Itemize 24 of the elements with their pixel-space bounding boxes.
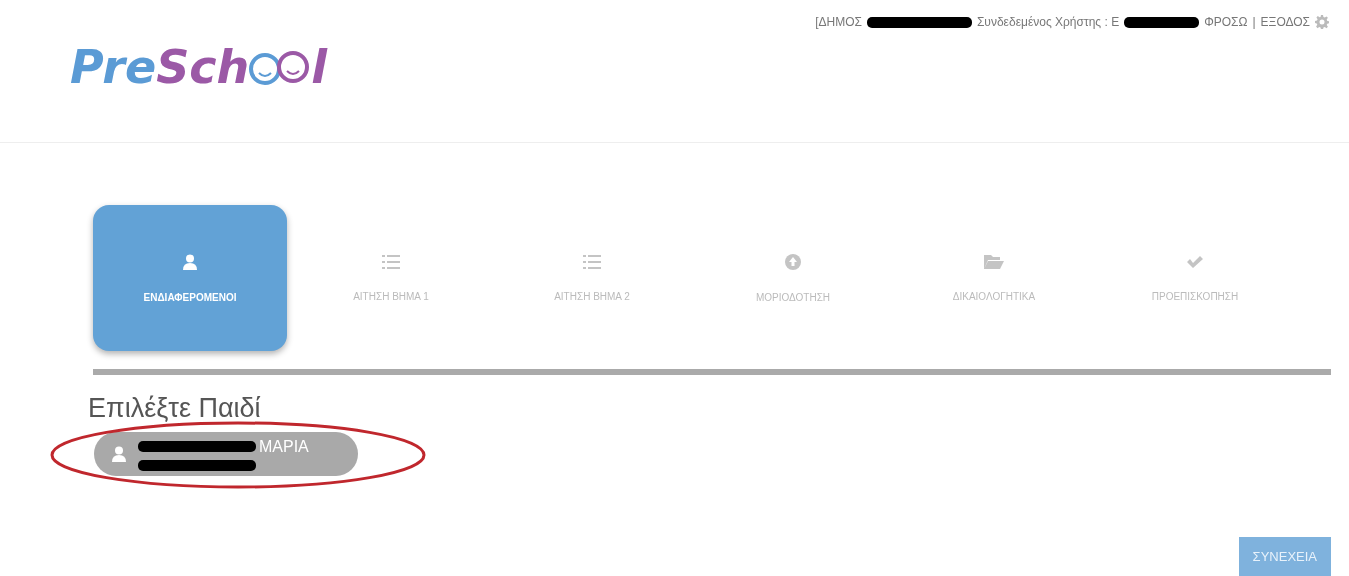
separator: | bbox=[1252, 15, 1256, 29]
child-name: ΜΑΡΙΑ bbox=[259, 437, 309, 456]
user-info-text: [ΔΗΜΟΣ bbox=[815, 15, 862, 29]
check-icon bbox=[1186, 254, 1204, 269]
section-heading: Επιλέξτε Παιδί bbox=[88, 393, 262, 424]
user-info-text: ΦΡΟΣΩ bbox=[1204, 15, 1248, 29]
user-info-text: Συνδεδεμένος Χρήστης : Ε bbox=[976, 15, 1120, 29]
folder-icon bbox=[984, 254, 1004, 269]
wizard-step-tab[interactable]: ΜΟΡΙΟΔΟΤΗΣΗ bbox=[696, 205, 890, 351]
continue-button[interactable]: ΣΥΝΕΧΕΙΑ bbox=[1238, 537, 1331, 576]
settings-icon[interactable] bbox=[1315, 15, 1329, 29]
wizard-step-tab[interactable]: ΑΙΤΗΣΗ ΒΗΜΑ 2 bbox=[495, 205, 689, 351]
wizard-step-tab[interactable]: ΠΡΟΕΠΙΣΚΟΠΗΣΗ bbox=[1098, 205, 1292, 351]
user-icon bbox=[112, 446, 126, 462]
logout-link[interactable]: ΕΞΟΔΟΣ bbox=[1260, 15, 1310, 29]
child-chip[interactable]: ΜΑΡΙΑ bbox=[94, 432, 358, 476]
preschool-logo: PreSch l bbox=[70, 39, 328, 96]
wizard-step-tab[interactable]: ΕΝΔΙΑΦΕΡΟΜΕΝΟΙ bbox=[93, 205, 287, 351]
list-icon bbox=[583, 254, 601, 269]
wizard-step-tab[interactable]: ΔΙΚΑΙΟΛΟΓΗΤΙΚΑ bbox=[897, 205, 1091, 351]
upload-icon bbox=[785, 253, 801, 270]
list-icon bbox=[382, 254, 400, 269]
user-icon bbox=[183, 253, 197, 270]
wizard-step-tab[interactable]: ΑΙΤΗΣΗ ΒΗΜΑ 1 bbox=[294, 205, 488, 351]
